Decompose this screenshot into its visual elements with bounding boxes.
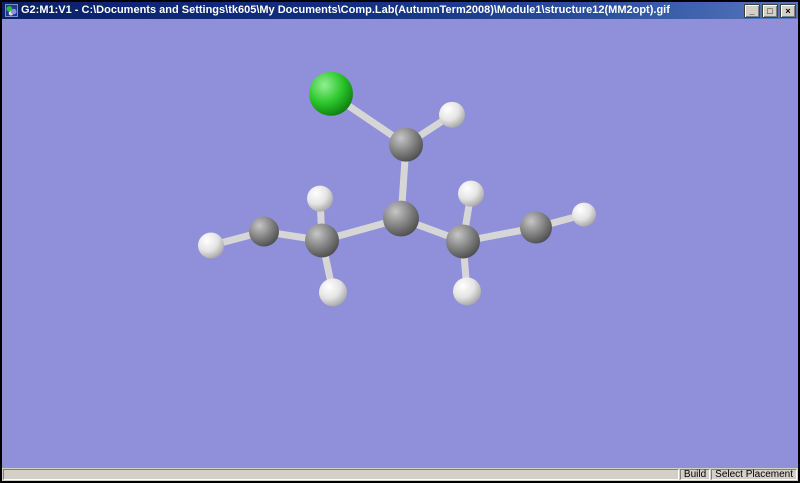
status-bar: Build Select Placement: [2, 468, 798, 481]
atom-H1[interactable]: [439, 101, 465, 128]
atom-H5[interactable]: [198, 232, 224, 259]
atom-H6[interactable]: [572, 202, 596, 227]
maximize-button[interactable]: □: [762, 3, 778, 18]
app-icon[interactable]: [5, 4, 18, 17]
window-title: G2:M1:V1 - C:\Documents and Settings\tk6…: [21, 4, 670, 16]
atom-C1[interactable]: [389, 127, 423, 162]
close-button[interactable]: ×: [780, 3, 796, 18]
atom-H4a[interactable]: [458, 180, 484, 207]
minimize-button[interactable]: _: [744, 3, 760, 18]
atom-H4b[interactable]: [453, 277, 481, 306]
status-message-area: [3, 469, 679, 480]
atom-C5[interactable]: [249, 216, 279, 247]
title-bar[interactable]: G2:M1:V1 - C:\Documents and Settings\tk6…: [2, 2, 798, 19]
atom-C2[interactable]: [383, 200, 419, 237]
status-mode: Build: [679, 469, 711, 480]
atom-C6[interactable]: [520, 211, 552, 244]
app-window: G2:M1:V1 - C:\Documents and Settings\tk6…: [0, 0, 800, 483]
atom-C3[interactable]: [305, 223, 339, 258]
molecule-svg: [198, 71, 596, 307]
atom-H3b[interactable]: [319, 278, 347, 307]
atom-H3a[interactable]: [307, 185, 333, 212]
atom-Cl1[interactable]: [309, 71, 353, 116]
atom-C4[interactable]: [446, 224, 480, 259]
status-placement-hint: Select Placement: [711, 469, 797, 480]
molecule-viewport[interactable]: [2, 19, 798, 468]
window-controls: _ □ ×: [744, 3, 796, 18]
